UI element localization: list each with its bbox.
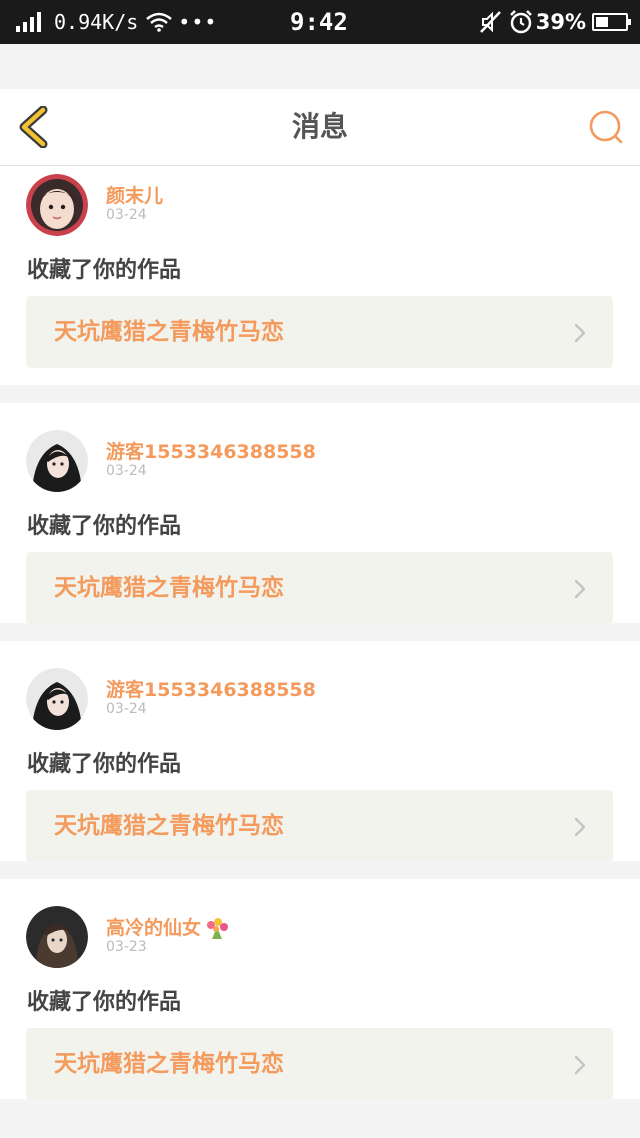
battery-percent: 39% (535, 10, 586, 34)
action-text: 收藏了你的作品 (27, 990, 182, 1015)
status-bar: 0.94K/s ••• 9:42 39% (0, 0, 640, 44)
search-icon[interactable] (588, 109, 624, 145)
avatar[interactable] (26, 906, 88, 968)
chevron-right-icon (574, 579, 586, 599)
chevron-left-icon[interactable] (16, 106, 50, 148)
message-card: 游客1553346388558 03-24 收藏了你的作品 天坑鹰猎之青梅竹马恋 (0, 403, 640, 624)
battery-icon (592, 13, 631, 31)
message-card: 高冷的仙女 03-23 收藏了你的作品 天坑鹰猎之青梅竹马恋 (0, 879, 640, 1100)
chevron-right-icon (574, 817, 586, 837)
username[interactable]: 高冷的仙女 (106, 913, 229, 941)
work-link[interactable]: 天坑鹰猎之青梅竹马恋 (26, 1028, 613, 1100)
work-link[interactable]: 天坑鹰猎之青梅竹马恋 (26, 296, 613, 368)
work-title: 天坑鹰猎之青梅竹马恋 (54, 575, 284, 601)
work-link[interactable]: 天坑鹰猎之青梅竹马恋 (26, 790, 613, 862)
message-date: 03-24 (106, 701, 147, 717)
mute-icon (479, 11, 501, 33)
username[interactable]: 颜末儿 (106, 181, 163, 208)
work-title: 天坑鹰猎之青梅竹马恋 (54, 813, 284, 839)
net-speed: 0.94K/s (54, 10, 139, 34)
message-date: 03-24 (106, 463, 147, 479)
flower-bouquet-icon (207, 917, 229, 939)
status-time: 9:42 (290, 8, 348, 36)
page-title: 消息 (291, 110, 348, 143)
alarm-icon (509, 10, 532, 34)
more-dots-icon: ••• (178, 10, 218, 34)
username-text: 高冷的仙女 (106, 917, 202, 939)
message-date: 03-24 (106, 207, 147, 223)
work-title: 天坑鹰猎之青梅竹马恋 (54, 319, 284, 345)
action-text: 收藏了你的作品 (27, 752, 182, 777)
work-link[interactable]: 天坑鹰猎之青梅竹马恋 (26, 552, 613, 624)
avatar[interactable] (26, 668, 88, 730)
message-card: 颜末儿 03-24 收藏了你的作品 天坑鹰猎之青梅竹马恋 (0, 166, 640, 385)
message-date: 03-23 (106, 939, 147, 955)
message-list: 颜末儿 03-24 收藏了你的作品 天坑鹰猎之青梅竹马恋 游客155334638… (0, 166, 640, 1117)
message-card: 游客1553346388558 03-24 收藏了你的作品 天坑鹰猎之青梅竹马恋 (0, 641, 640, 862)
top-spacer (0, 44, 640, 89)
action-text: 收藏了你的作品 (27, 258, 182, 283)
chevron-right-icon (574, 1055, 586, 1075)
avatar[interactable] (26, 174, 88, 236)
chevron-right-icon (574, 323, 586, 343)
wifi-icon (146, 12, 173, 32)
username[interactable]: 游客1553346388558 (106, 437, 316, 464)
action-text: 收藏了你的作品 (27, 514, 182, 539)
username[interactable]: 游客1553346388558 (106, 675, 316, 702)
signal-icon (16, 12, 44, 32)
avatar[interactable] (26, 430, 88, 492)
nav-bar: 消息 (0, 89, 640, 166)
work-title: 天坑鹰猎之青梅竹马恋 (54, 1051, 284, 1077)
